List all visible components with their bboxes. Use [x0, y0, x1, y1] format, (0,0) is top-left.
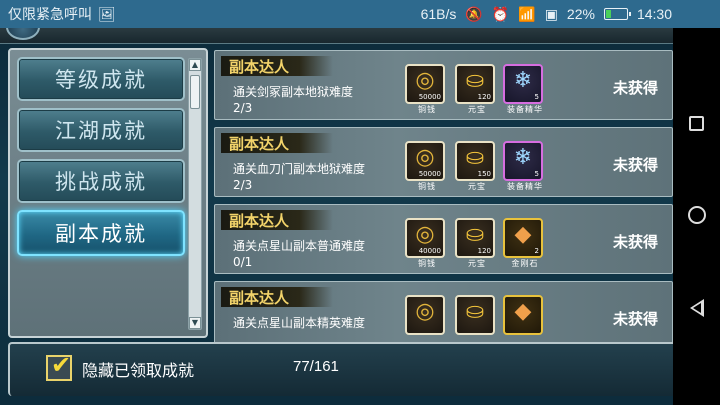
coin-icon: ◎ — [415, 68, 435, 93]
achievement-status: 未获得 — [613, 79, 659, 97]
reward-name: 装备精华 — [507, 105, 543, 114]
diamond-icon: ◆ — [514, 222, 532, 247]
coin-icon: ◎ — [415, 145, 435, 170]
achievement-row[interactable]: 副本达人通关剑冢副本地狱难度 2/3 未获得 ◎ 50000 铜钱 ⛀ 120 元宝 ❄ 5 装备精华 — [214, 50, 673, 120]
reward-slot[interactable]: ◆ 2 金刚石 — [503, 218, 543, 268]
achievement-count: 77/161 — [293, 358, 339, 375]
reward-name: 铜钱 — [418, 259, 436, 268]
tab-label: 挑战成就 — [55, 170, 147, 194]
ingot-icon: ⛀ — [465, 68, 485, 93]
reward-slot[interactable]: ⛀ 150 元宝 — [455, 141, 495, 191]
reward-qty: 5 — [534, 170, 539, 178]
achievement-title: 副本达人 — [229, 289, 290, 307]
tab-label: 等级成就 — [55, 68, 147, 92]
achievement-desc: 通关点星山副本普通难度 — [233, 239, 366, 253]
reward-name: 金刚石 — [511, 259, 539, 268]
reward-slot[interactable]: ◎ — [405, 295, 445, 335]
notification-text: 仅限紧急呼叫 — [8, 6, 92, 22]
wifi-icon: 📶 — [518, 5, 536, 22]
reward-qty: 50000 — [418, 93, 441, 101]
scroll-thumb[interactable] — [190, 75, 200, 109]
reward-qty: 120 — [477, 93, 491, 101]
ingot-icon: ⛀ — [465, 145, 485, 170]
achievement-progress: 0/1 — [233, 255, 253, 269]
game-screen: 等级成就 江湖成就 挑战成就 副本成就 ▲ ▼ 副本达人 通关剑冢副本地狱难度 2/… — [0, 28, 673, 405]
net-speed: 61B/s — [420, 6, 457, 22]
reward-slot[interactable]: ❄ 5 装备精华 — [503, 141, 543, 191]
reward-qty: 40000 — [418, 247, 441, 255]
reward-slot[interactable]: ❄ 5 装备精华 — [503, 64, 543, 114]
reward-qty: 150 — [477, 170, 491, 178]
reward-slot[interactable]: ◎ 40000 铜钱 — [405, 218, 445, 268]
reward-qty: 50000 — [418, 170, 441, 178]
reward-name: 铜钱 — [418, 182, 436, 191]
achievement-title: 副本达人 — [229, 212, 290, 230]
alarm-icon: ⏰ — [491, 5, 510, 22]
top-decoration — [0, 28, 673, 44]
navigation-bar — [673, 28, 720, 405]
category-panel: 等级成就 江湖成就 挑战成就 副本成就 ▲ ▼ — [8, 48, 208, 338]
achievement-status: 未获得 — [613, 156, 659, 174]
mute-icon: 🔕 — [465, 5, 483, 22]
achievement-desc: 通关点星山副本精英难度 — [233, 316, 366, 330]
reward-slot[interactable]: ◎ 50000 铜钱 — [405, 64, 445, 114]
reward-slot[interactable]: ⛀ 120 元宝 — [455, 218, 495, 268]
status-bar: 仅限紧急呼叫 🖼 61B/s 🔕 ⏰ 📶 ▣ 22% 14:30 — [0, 0, 720, 28]
coin-icon: ◎ — [415, 222, 435, 247]
sim-icon: ▣ — [544, 5, 558, 22]
reward-name: 装备精华 — [507, 182, 543, 191]
scroll-up-icon[interactable]: ▲ — [189, 59, 201, 71]
checkmark-icon: ✔ — [51, 351, 72, 379]
hide-claimed-label: 隐藏已领取成就 — [82, 361, 195, 380]
achievement-title: 副本达人 — [229, 135, 290, 153]
crystal-icon: ❄ — [513, 145, 533, 170]
battery-icon — [603, 8, 631, 20]
category-scrollbar[interactable]: ▲ ▼ — [188, 58, 202, 330]
tab-dungeon-achievements[interactable]: 副本成就 — [17, 210, 185, 256]
achievement-title: 副本达人 — [229, 58, 290, 76]
achievement-desc: 通关剑冢副本地狱难度 — [233, 85, 354, 99]
tab-label: 副本成就 — [55, 222, 147, 246]
achievement-status: 未获得 — [613, 310, 659, 328]
achievement-row[interactable]: 副本达人通关点星山副本普通难度 0/1 未获得 ◎ 40000 铜钱 ⛀ 120 元宝 ◆ 2 金刚石 — [214, 204, 673, 274]
reward-slot[interactable]: ◎ 50000 铜钱 — [405, 141, 445, 191]
clock: 14:30 — [636, 6, 672, 22]
reward-name: 铜钱 — [418, 105, 436, 114]
ingot-icon: ⛀ — [465, 299, 485, 324]
image-icon: 🖼 — [98, 5, 116, 22]
achievement-list[interactable]: 副本达人 通关剑冢副本地狱难度 2/3 未获得 ◎ 50000 铜钱 ⛀ 120 元宝 ❄ 5 装备精华… — [212, 50, 673, 342]
crystal-icon: ❄ — [513, 68, 533, 93]
reward-slot[interactable]: ⛀ — [455, 295, 495, 335]
category-list: 等级成就 江湖成就 挑战成就 副本成就 — [17, 57, 185, 263]
achievement-status: 未获得 — [613, 233, 659, 251]
scroll-down-icon[interactable]: ▼ — [189, 317, 201, 329]
reward-qty: 120 — [477, 247, 491, 255]
tab-jianghu-achievements[interactable]: 江湖成就 — [17, 108, 185, 152]
back-icon[interactable] — [689, 299, 704, 318]
diamond-icon: ◆ — [514, 299, 532, 324]
tab-level-achievements[interactable]: 等级成就 — [17, 57, 185, 101]
achievement-desc: 通关血刀门副本地狱难度 — [233, 162, 366, 176]
recent-apps-icon[interactable] — [689, 115, 704, 131]
tab-label: 江湖成就 — [55, 119, 147, 143]
ingot-icon: ⛀ — [465, 222, 485, 247]
reward-qty: 2 — [534, 247, 539, 255]
hide-claimed-checkbox[interactable]: ✔ — [46, 351, 72, 381]
home-icon[interactable] — [687, 205, 706, 224]
bottom-bar: ✔ 隐藏已领取成就 77/161 — [8, 342, 673, 396]
achievement-row[interactable]: 副本达人通关点星山副本精英难度 未获得 ◎ ⛀ ◆ — [214, 281, 673, 342]
reward-slot[interactable]: ◆ — [503, 295, 543, 335]
battery-percent: 22% — [566, 6, 595, 22]
achievement-progress: 2/3 — [233, 101, 253, 115]
coin-icon: ◎ — [415, 299, 435, 324]
reward-qty: 5 — [534, 93, 539, 101]
emblem-icon — [6, 28, 40, 40]
reward-slot[interactable]: ⛀ 120 元宝 — [455, 64, 495, 114]
tab-challenge-achievements[interactable]: 挑战成就 — [17, 159, 185, 203]
achievement-progress: 2/3 — [233, 178, 253, 192]
achievement-row[interactable]: 副本达人通关血刀门副本地狱难度 2/3 未获得 ◎ 50000 铜钱 ⛀ 150 元宝 ❄ 5 装备精… — [214, 127, 673, 197]
